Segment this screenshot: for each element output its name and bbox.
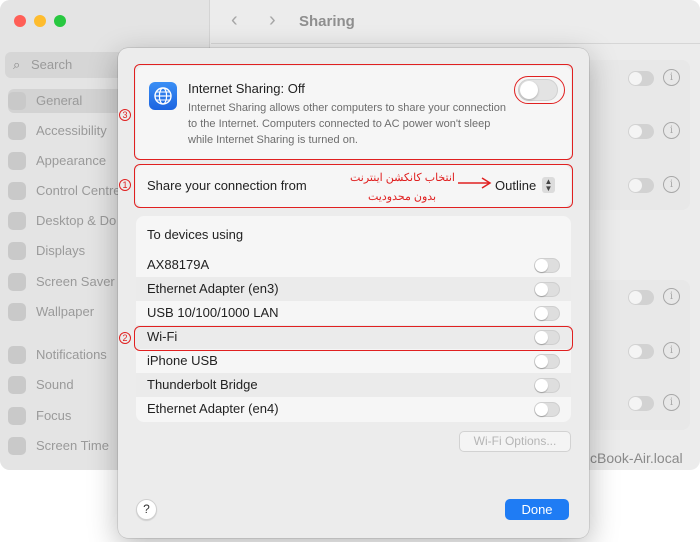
- share-from-label: Share your connection from: [147, 178, 307, 193]
- annotation-badge-3: 3: [119, 109, 131, 121]
- device-row-ax88179a: AX88179A: [136, 253, 571, 277]
- internet-sharing-sheet: 3 Internet Sharing: Off Internet Sharing…: [118, 48, 589, 538]
- annotation-badge-2: 2: [119, 332, 131, 344]
- info-icon[interactable]: i: [663, 342, 680, 359]
- background-toggle[interactable]: [628, 124, 654, 139]
- wifi-options-button[interactable]: Wi-Fi Options...: [459, 431, 571, 452]
- annotation-text-line1: انتخاب کانکشن اینترنت: [350, 172, 455, 184]
- displays-icon: [8, 242, 26, 260]
- annotation-text-line2: بدون محدودیت: [368, 191, 437, 203]
- wallpaper-icon: [8, 303, 26, 321]
- annotation-box-2: [134, 326, 573, 351]
- search-placeholder: Search: [31, 57, 73, 72]
- accessibility-icon: [8, 122, 26, 140]
- device-toggle[interactable]: [534, 402, 560, 417]
- device-toggle[interactable]: [534, 378, 560, 393]
- device-row-iphone-usb: iPhone USB: [136, 349, 571, 373]
- background-toggle[interactable]: [628, 71, 654, 86]
- minimize-window-button[interactable]: [34, 15, 46, 27]
- device-toggle[interactable]: [534, 306, 560, 321]
- device-label: iPhone USB: [147, 353, 218, 368]
- info-icon[interactable]: i: [663, 394, 680, 411]
- device-label: Thunderbolt Bridge: [147, 377, 258, 392]
- device-row-usb-lan: USB 10/100/1000 LAN: [136, 301, 571, 325]
- devices-heading: To devices using: [147, 227, 244, 242]
- info-icon[interactable]: i: [663, 69, 680, 86]
- search-icon: ⌕: [13, 57, 21, 72]
- annotation-box-toggle: [514, 76, 565, 104]
- internet-sharing-title: Internet Sharing: Off: [188, 81, 305, 96]
- info-icon[interactable]: i: [663, 288, 680, 305]
- device-label: Ethernet Adapter (en4): [147, 401, 279, 416]
- device-row-ethernet-en3: Ethernet Adapter (en3): [136, 277, 571, 301]
- done-button[interactable]: Done: [505, 499, 569, 520]
- chevron-updown-icon[interactable]: ▲ ▼: [542, 177, 555, 193]
- control-centre-icon: [8, 182, 26, 200]
- device-toggle[interactable]: [534, 282, 560, 297]
- background-toggle[interactable]: [628, 396, 654, 411]
- close-window-button[interactable]: [14, 15, 26, 27]
- help-button[interactable]: ?: [136, 499, 157, 520]
- device-toggle[interactable]: [534, 354, 560, 369]
- background-toggle[interactable]: [628, 178, 654, 193]
- toolbar: ‹ › Sharing: [211, 0, 700, 44]
- background-toggle[interactable]: [628, 344, 654, 359]
- globe-icon: [149, 82, 177, 110]
- device-row-thunderbolt-bridge: Thunderbolt Bridge: [136, 373, 571, 397]
- forward-icon[interactable]: ›: [269, 9, 276, 32]
- device-toggle[interactable]: [534, 258, 560, 273]
- focus-icon: [8, 407, 26, 425]
- device-label: AX88179A: [147, 257, 210, 272]
- info-icon[interactable]: i: [663, 176, 680, 193]
- device-label: USB 10/100/1000 LAN: [147, 305, 279, 320]
- background-toggle[interactable]: [628, 290, 654, 305]
- screen-time-icon: [8, 437, 26, 455]
- screen-saver-icon: [8, 273, 26, 291]
- device-row-ethernet-en4: Ethernet Adapter (en4): [136, 397, 571, 421]
- internet-sharing-description: Internet Sharing allows other computers …: [188, 102, 506, 146]
- hostname: cBook-Air.local: [590, 450, 683, 466]
- annotation-badge-1: 1: [119, 179, 131, 191]
- info-icon[interactable]: i: [663, 122, 680, 139]
- appearance-icon: [8, 152, 26, 170]
- toolbar-title: Sharing: [299, 13, 355, 30]
- share-from-select[interactable]: Outline: [495, 178, 536, 193]
- desktop-dock-icon: [8, 212, 26, 230]
- zoom-window-button[interactable]: [54, 15, 66, 27]
- back-icon[interactable]: ‹: [231, 9, 238, 32]
- annotation-arrow-icon: [458, 177, 492, 189]
- gear-icon: [8, 92, 26, 110]
- notifications-icon: [8, 346, 26, 364]
- device-label: Ethernet Adapter (en3): [147, 281, 279, 296]
- sound-icon: [8, 376, 26, 394]
